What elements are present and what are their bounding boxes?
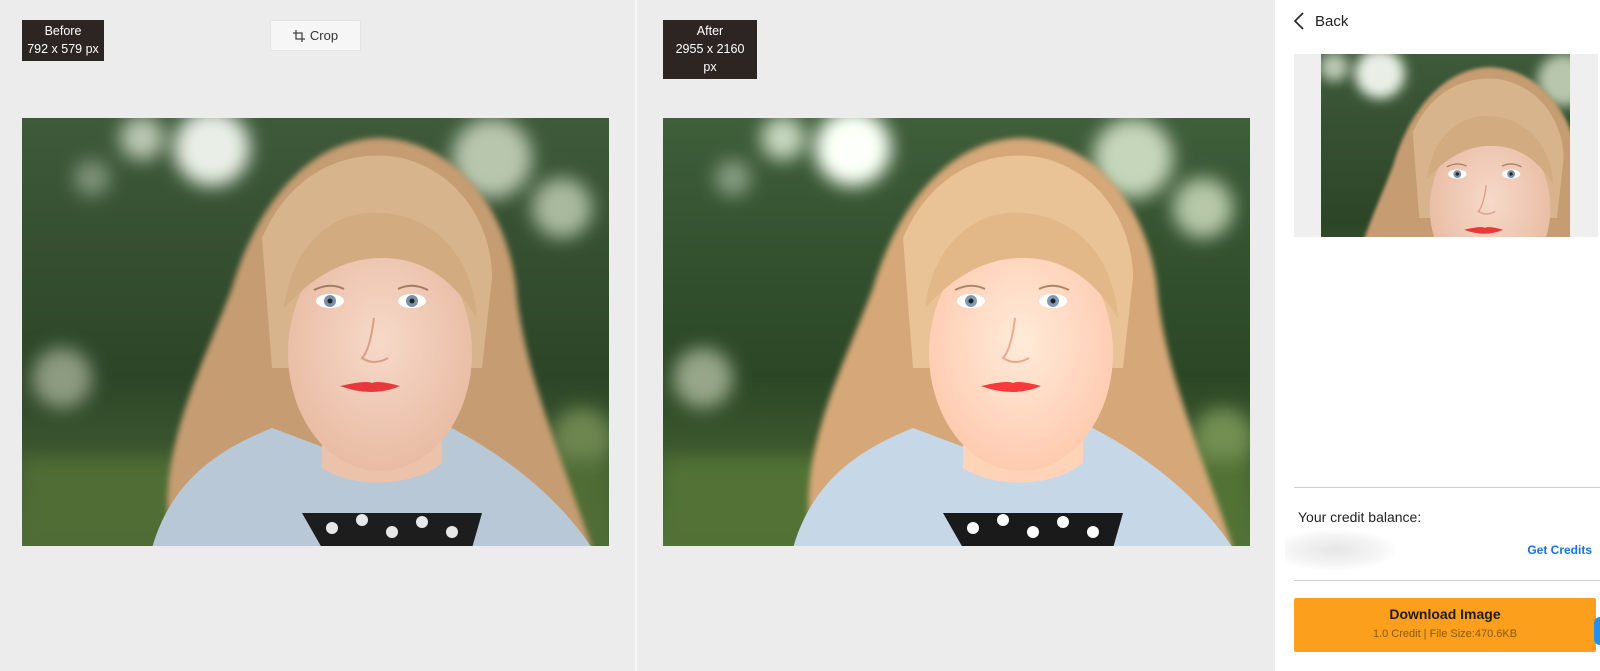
after-image: [663, 118, 1250, 546]
sidebar: Back Your credit balance: Get Credits Do…: [1275, 0, 1600, 671]
before-dimensions: 792 x 579 px: [27, 42, 99, 56]
chevron-left-icon: [1293, 12, 1304, 30]
after-dimensions: 2955 x 2160 px: [675, 42, 745, 74]
before-label: Before: [44, 24, 82, 38]
download-label: Download Image: [1389, 606, 1501, 622]
get-credits-link[interactable]: Get Credits: [1527, 543, 1592, 557]
before-pane: Before 792 x 579 px Crop: [0, 0, 635, 671]
back-label: Back: [1315, 12, 1349, 30]
credit-balance-value: [1285, 530, 1395, 570]
crop-icon: [292, 29, 305, 42]
before-image: [22, 118, 609, 546]
credit-balance-label: Your credit balance:: [1298, 509, 1422, 525]
after-pane: After 2955 x 2160 px: [637, 0, 1275, 671]
after-label: After: [696, 24, 724, 38]
back-button[interactable]: Back: [1293, 12, 1348, 30]
divider-top: [1294, 487, 1600, 488]
after-badge: After 2955 x 2160 px: [663, 20, 757, 79]
preview-thumbnail: [1294, 54, 1598, 237]
download-image-button[interactable]: Download Image 1.0 Credit | File Size:47…: [1294, 598, 1596, 652]
thumbnail-image: [1321, 54, 1570, 237]
crop-label: Crop: [309, 28, 339, 43]
download-subtext: 1.0 Credit | File Size:470.6KB: [1372, 628, 1518, 640]
before-badge: Before 792 x 579 px: [22, 20, 104, 61]
chat-widget-tab[interactable]: [1594, 617, 1600, 645]
divider-bottom: [1294, 580, 1600, 581]
crop-button[interactable]: Crop: [270, 20, 361, 51]
